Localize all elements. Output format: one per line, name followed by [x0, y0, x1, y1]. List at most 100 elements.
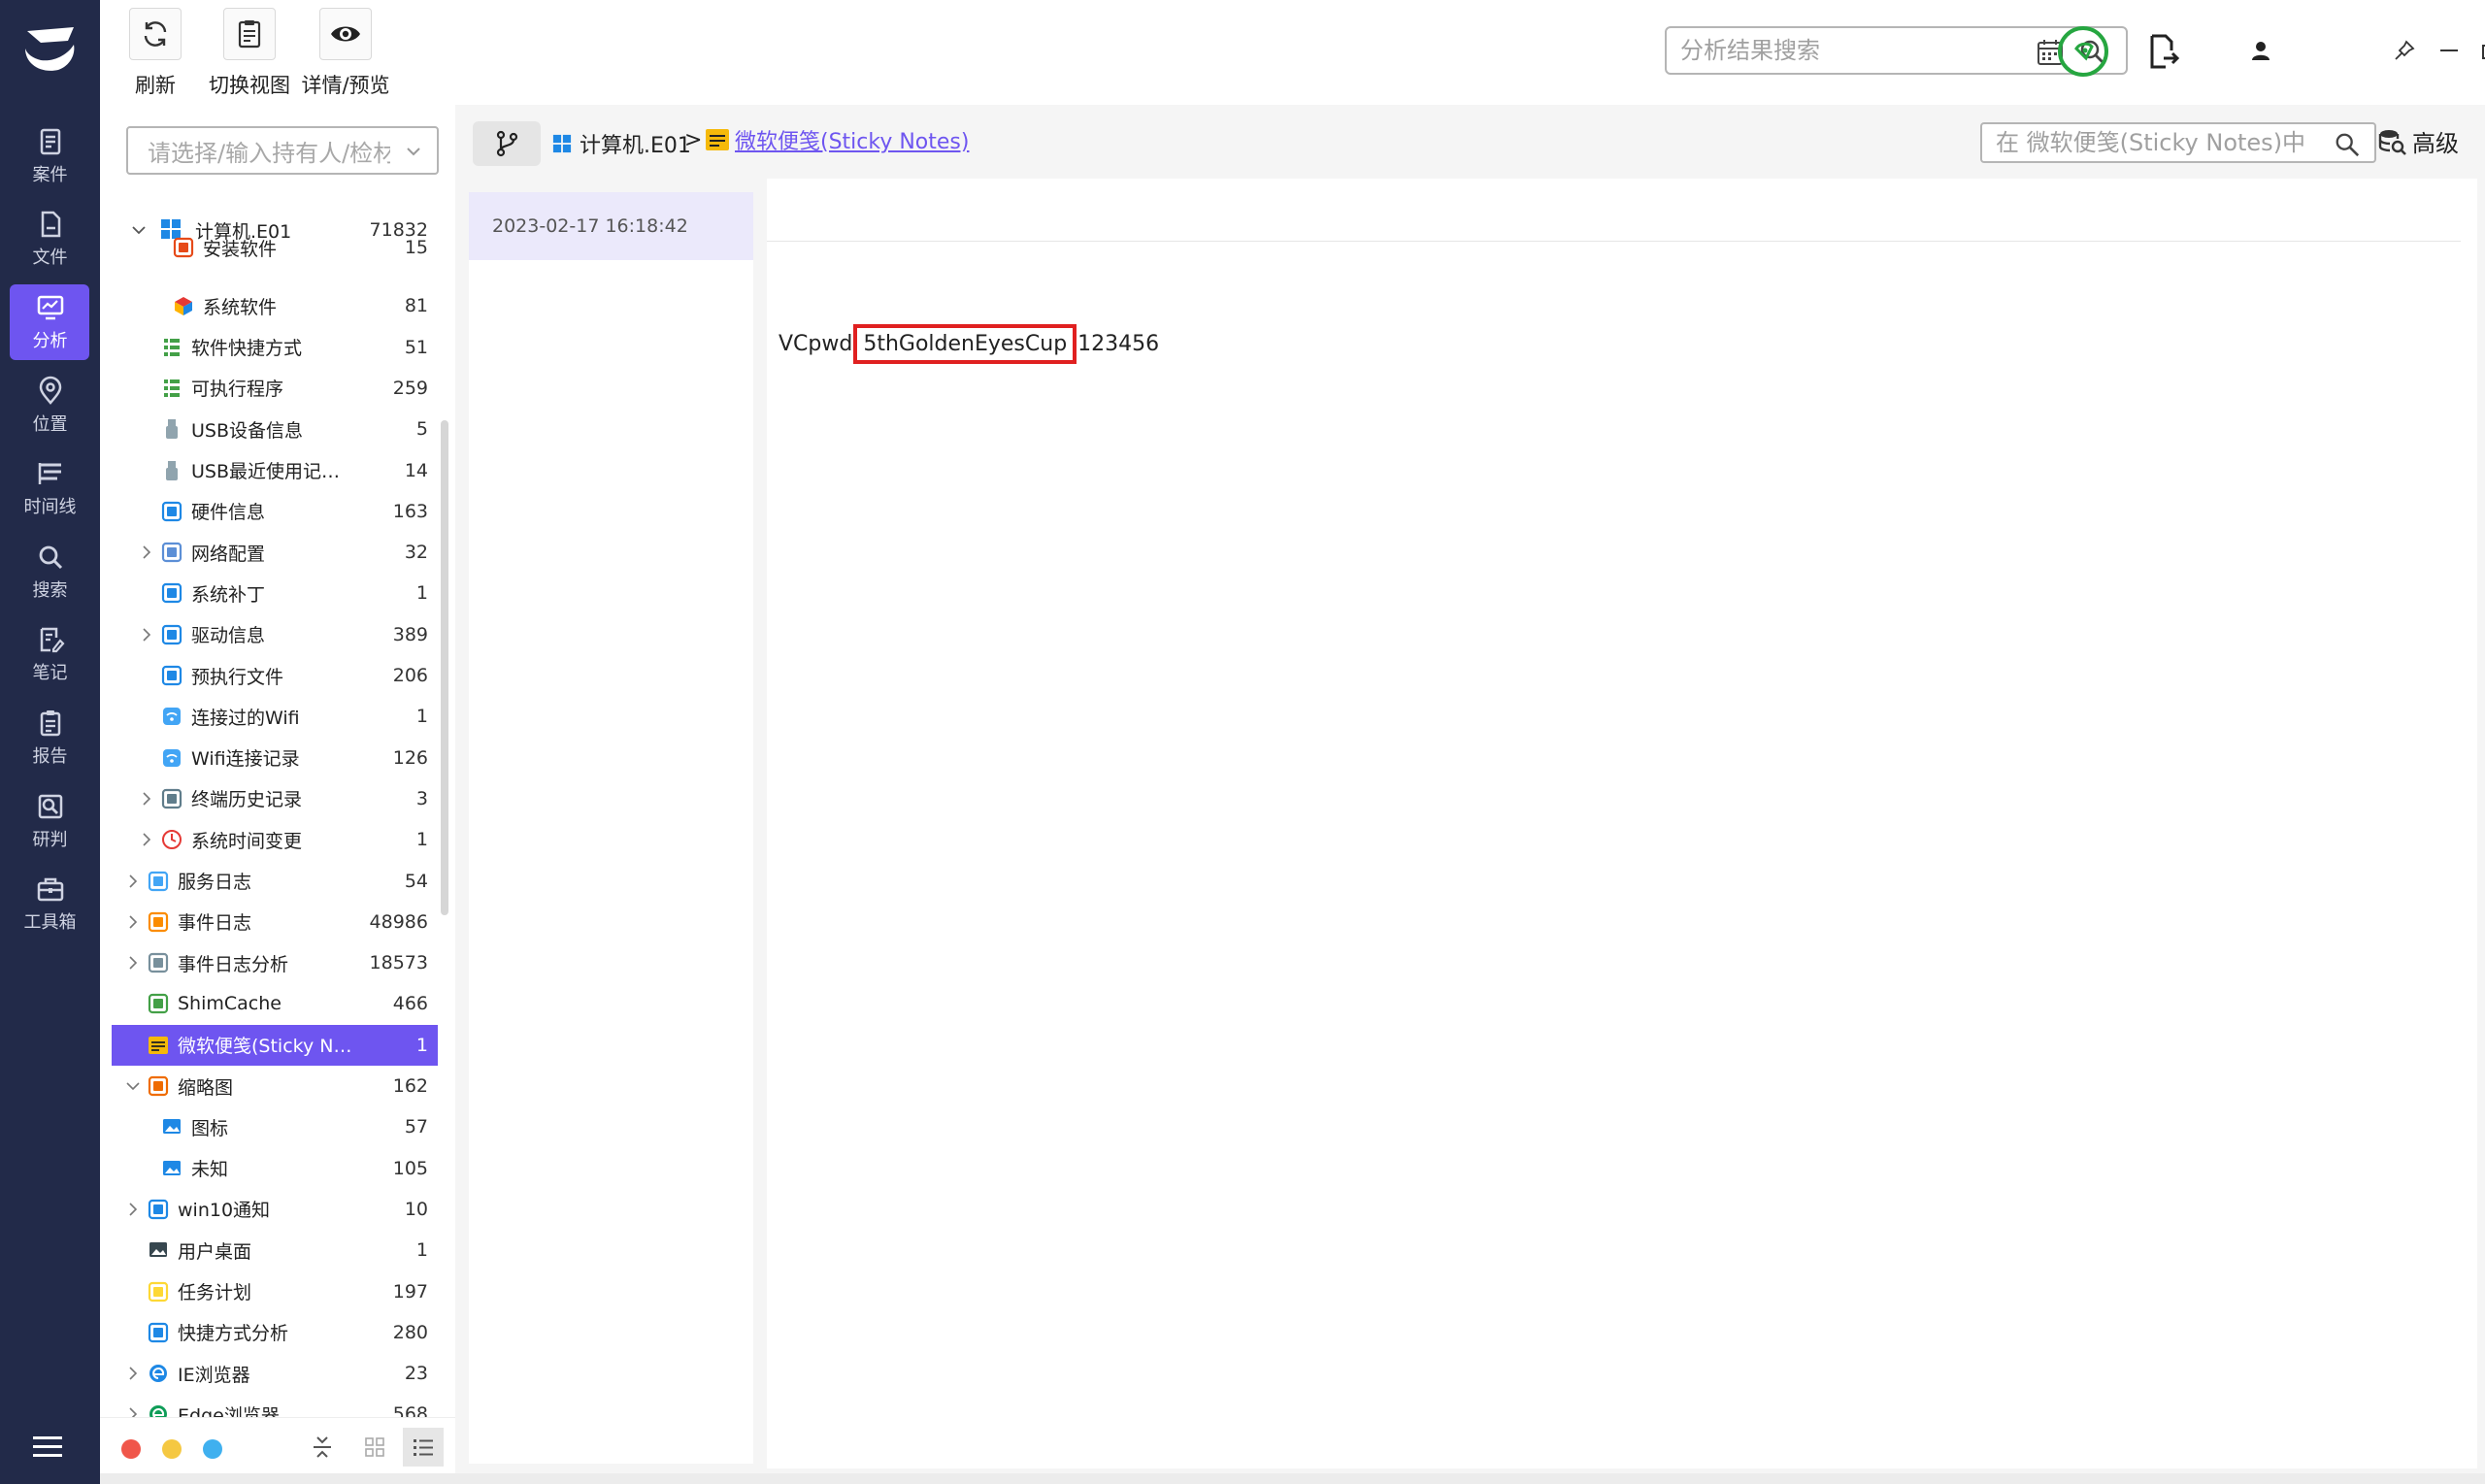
blue-filter-dot[interactable] [203, 1439, 222, 1459]
local-search-input[interactable] [1996, 129, 2306, 156]
tree-node-label: 快捷方式分析 [178, 1323, 289, 1345]
tree-node[interactable]: 可执行程序 259 [112, 368, 438, 409]
tree-node[interactable]: 快捷方式分析 280 [112, 1312, 438, 1353]
detail-pane: VCpwd 5thGoldenEyesCup 123456 [767, 179, 2477, 1468]
search-icon [39, 545, 62, 569]
tree-node[interactable]: 硬件信息 163 [112, 491, 438, 532]
tree-node[interactable]: 终端历史记录 3 [112, 778, 438, 819]
rail-item-report[interactable]: 报告 [0, 696, 100, 779]
tree-node-count: 10 [404, 1198, 428, 1220]
user-icon[interactable] [2249, 39, 2272, 62]
tree-node[interactable]: 任务计划 197 [112, 1271, 438, 1312]
tree-node[interactable]: 微软便笺(Sticky N… 1 [112, 1024, 438, 1066]
advanced-search-button[interactable]: 高级 [2377, 124, 2459, 158]
tree-node-label: 软件快捷方式 [191, 338, 303, 360]
tree-node[interactable]: 网络配置 32 [112, 532, 438, 573]
list-view-button[interactable] [403, 1428, 444, 1467]
tree-node[interactable]: 用户桌面 1 [112, 1230, 438, 1270]
tree-node-label: IE浏览器 [178, 1364, 250, 1386]
tree-node[interactable]: 软件快捷方式 51 [112, 327, 438, 368]
yellow-filter-dot[interactable] [162, 1439, 182, 1459]
tree-node[interactable]: 未知 105 [112, 1148, 438, 1189]
case-icon [40, 128, 60, 155]
tree-node-label: 微软便笺(Sticky N… [178, 1036, 352, 1058]
rail-item-judge[interactable]: 研判 [0, 779, 100, 863]
timeline-icon [38, 463, 61, 485]
pin-icon[interactable] [2393, 39, 2416, 62]
refresh-button[interactable]: 刷新 [129, 8, 182, 99]
tree-node[interactable]: 图标 57 [112, 1106, 438, 1147]
tree-node[interactable]: USB设备信息 5 [112, 409, 438, 449]
tree-node[interactable]: 系统补丁 1 [112, 573, 438, 613]
ie-icon [149, 1365, 167, 1383]
shield-status-icon[interactable] [2057, 25, 2109, 78]
collapse-all-button[interactable] [302, 1428, 343, 1467]
tree-node[interactable]: 系统软件 81 [112, 285, 438, 326]
usb-icon [166, 460, 178, 480]
tree-node-label: 缩略图 [178, 1076, 234, 1099]
tree-node[interactable]: 安装软件 15 [112, 227, 438, 268]
rail-item-file[interactable]: 文件 [0, 198, 100, 281]
breadcrumb-root[interactable]: 计算机.E01 [552, 128, 691, 159]
minimize-icon[interactable] [2437, 39, 2461, 62]
location-icon [39, 376, 61, 405]
tree-node[interactable]: 驱动信息 389 [112, 614, 438, 655]
tree-scrollbar[interactable] [441, 420, 448, 915]
rail-item-note[interactable]: 笔记 [0, 613, 100, 697]
tree-node[interactable]: 服务日志 54 [112, 861, 438, 902]
export-file-icon[interactable] [2144, 33, 2181, 70]
tree-node[interactable]: 预执行文件 206 [112, 655, 438, 696]
details-preview-button[interactable]: 详情/预览 [292, 8, 399, 99]
rail-item-label: 位置 [32, 413, 68, 435]
tree-node-count: 206 [392, 665, 428, 686]
tree-node-label: 驱动信息 [191, 625, 266, 647]
chevron-down-icon[interactable] [125, 1078, 141, 1094]
chevron-right-icon[interactable] [139, 832, 154, 847]
grid-view-button[interactable] [354, 1428, 395, 1467]
tree-node[interactable]: 事件日志分析 18573 [112, 942, 438, 983]
rail-item-case[interactable]: 案件 [0, 115, 100, 198]
record-row[interactable]: 2023-02-17 16:18:42 [469, 192, 753, 260]
chevron-right-icon[interactable] [125, 955, 141, 971]
tree-node-label: 图标 [191, 1117, 229, 1139]
tree-node[interactable]: Wifi连接记录 126 [112, 738, 438, 778]
chevron-right-icon[interactable] [139, 791, 154, 807]
tree-node[interactable]: win10通知 10 [112, 1189, 438, 1230]
chevron-right-icon[interactable] [139, 544, 154, 560]
chevron-right-icon[interactable] [125, 874, 141, 889]
windows-icon [552, 134, 572, 153]
tree-node-count: 81 [404, 295, 428, 317]
tree-node[interactable]: 缩略图 162 [112, 1066, 438, 1106]
tree-node[interactable]: 事件日志 48986 [112, 902, 438, 942]
branch-button[interactable] [473, 121, 541, 166]
hamburger-menu-icon[interactable] [33, 1435, 66, 1460]
chevron-right-icon[interactable] [139, 627, 154, 643]
tree-node-count: 259 [392, 377, 428, 399]
search-icon[interactable] [2334, 131, 2361, 158]
rail-item-label: 时间线 [23, 497, 77, 518]
rail-item-toolbox[interactable]: 工具箱 [0, 862, 100, 945]
analysis-search-input[interactable] [1680, 37, 2030, 64]
tree-node[interactable]: 连接过的Wifi 1 [112, 696, 438, 737]
branch-icon [496, 130, 518, 157]
tree-node[interactable]: USB最近使用记… 14 [112, 450, 438, 491]
red-filter-dot[interactable] [121, 1439, 141, 1459]
restore-icon[interactable] [2480, 39, 2485, 62]
rail-item-analysis[interactable]: 分析 [0, 280, 100, 364]
chevron-right-icon[interactable] [125, 1202, 141, 1217]
advanced-search-icon [2378, 129, 2406, 155]
tree-node-count: 197 [392, 1280, 428, 1303]
chevron-right-icon[interactable] [125, 914, 141, 930]
tree-node[interactable]: ShimCache 466 [112, 983, 438, 1024]
tree-node[interactable]: 系统时间变更 1 [112, 819, 438, 860]
chevron-right-icon[interactable] [125, 1366, 141, 1381]
rail-item-search[interactable]: 搜索 [0, 530, 100, 613]
tree-node-label: 事件日志 [178, 912, 252, 935]
breadcrumb: 计算机.E01 > 微软便笺(Sticky Notes) 高级 [455, 105, 2485, 182]
rail-item-timeline[interactable]: 时间线 [0, 446, 100, 530]
rail-item-location[interactable]: 位置 [0, 364, 100, 447]
breadcrumb-current[interactable]: 微软便笺(Sticky Notes) [704, 124, 969, 155]
switch-view-button[interactable]: 切换视图 [207, 8, 292, 99]
tree-node[interactable]: IE浏览器 23 [112, 1353, 438, 1394]
owner-evidence-select[interactable]: 请选择/输入持有人/检材 [126, 126, 439, 175]
